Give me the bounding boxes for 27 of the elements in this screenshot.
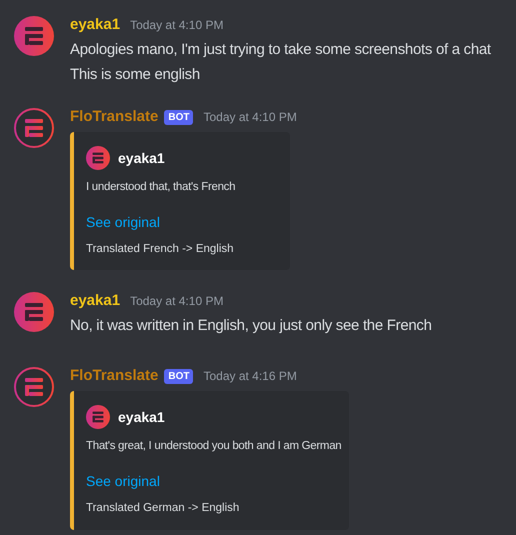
see-original-link[interactable]: See original [86,212,160,233]
timestamp: Today at 4:10 PM [130,293,224,310]
embed-author: eyaka1 [118,148,165,168]
embed-text: I understood that, that's French [86,180,236,195]
embed-text: That's great, I understood you both and I am German [86,439,342,454]
avatar-icon [86,146,110,170]
embed-footer: Translated German -> English [86,500,342,518]
message-text: This is some english [70,65,201,85]
timestamp: Today at 4:10 PM [130,17,224,34]
message-text: Apologies mano, I'm just trying to take some screenshots of a chat [70,40,491,60]
avatar-icon [14,367,54,408]
embed-footer: Translated French -> English [86,241,282,258]
avatar-icon [14,292,54,332]
embed-author: eyaka1 [118,408,165,427]
username[interactable]: FloTranslate [70,365,158,388]
avatar-icon [14,108,54,148]
avatar-icon [14,16,54,56]
bot-tag: BOT [164,368,194,384]
username[interactable]: eyaka1 [70,14,120,36]
username[interactable]: FloTranslate [70,106,158,128]
username[interactable]: eyaka1 [70,290,120,312]
avatar-icon [86,405,110,430]
bot-tag: BOT [164,110,194,124]
message-text: No, it was written in English, you just only see the French [70,316,432,336]
timestamp: Today at 4:16 PM [203,368,297,386]
timestamp: Today at 4:10 PM [203,109,297,126]
see-original-link[interactable]: See original [86,471,160,492]
